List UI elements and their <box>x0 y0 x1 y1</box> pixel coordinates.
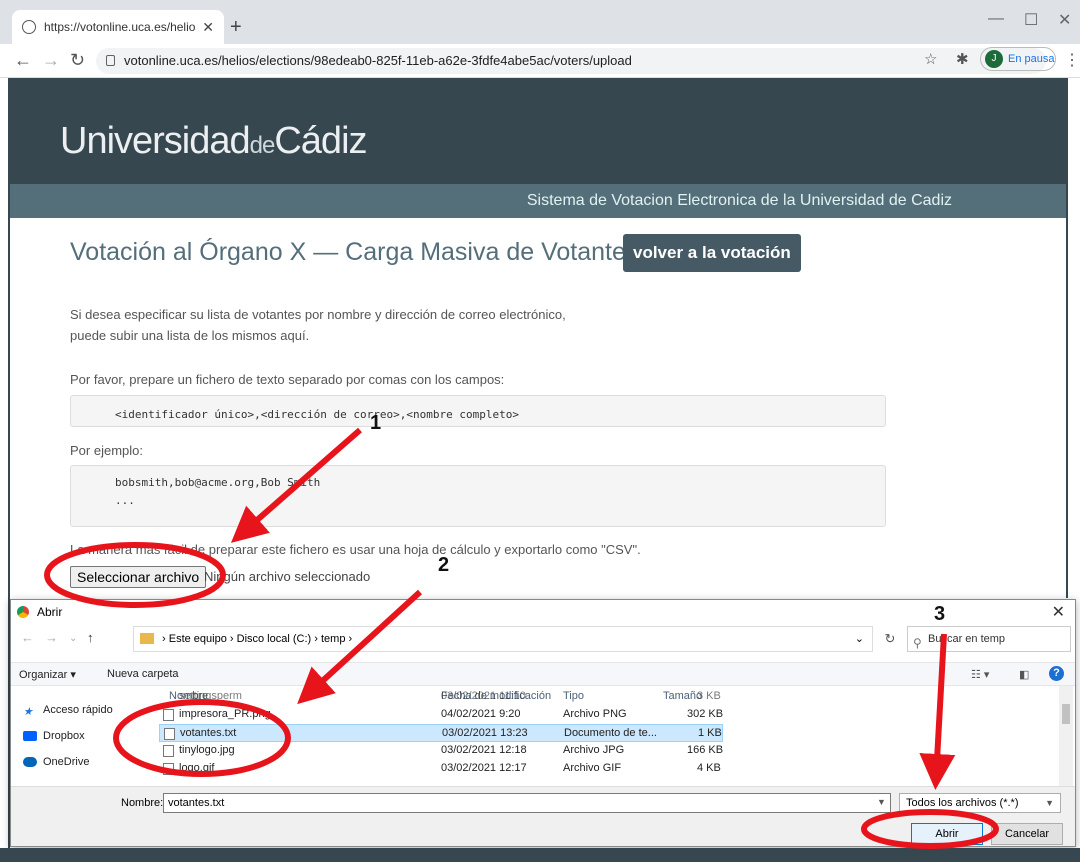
url-text: votonline.uca.es/helios/elections/98edea… <box>124 53 632 68</box>
file-type-filter[interactable]: Todos los archivos (*.*) ▼ <box>899 793 1061 813</box>
nav-item-onedrive[interactable]: OneDrive <box>23 756 89 768</box>
path-dropdown-icon[interactable]: ⌄ <box>855 627 864 651</box>
chevron-down-icon: ▼ <box>1045 798 1054 808</box>
maximize-icon[interactable]: ☐ <box>1024 10 1038 30</box>
preview-pane-icon[interactable]: ◧ <box>1019 668 1029 681</box>
browser-toolbar: ← → ↻ votonline.uca.es/helios/elections/… <box>0 44 1080 78</box>
file-name-input[interactable]: votantes.txt <box>163 793 891 813</box>
tab-title: https://votonline.uca.es/helios/el <box>44 20 196 34</box>
path-segment[interactable]: temp <box>321 633 345 645</box>
step-number: 2 <box>438 554 450 576</box>
new-tab-button[interactable]: + <box>230 16 242 39</box>
scrollbar-thumb[interactable] <box>1062 704 1070 724</box>
dialog-path-bar[interactable]: › Este equipo › Disco local (C:) › temp … <box>133 626 873 652</box>
open-file-dialog: Abrir ✕ ← → ⌄ ↑ › Este equipo › Disco lo… <box>10 599 1076 847</box>
file-status: Ningún archivo seleccionado <box>204 569 371 584</box>
file-name-label: Nombre: <box>121 797 164 809</box>
browser-tab[interactable]: https://votonline.uca.es/helios/el ✕ <box>12 10 224 44</box>
page-bottom-bar <box>0 848 1080 862</box>
nav-item-quick-access[interactable]: ★ Acceso rápido <box>23 704 113 718</box>
avatar: J <box>985 50 1003 68</box>
file-row[interactable]: logo.gif 03/02/2021 12:17 Archivo GIF 4 KB <box>159 760 723 778</box>
menu-kebab-icon[interactable]: ⋮ <box>1064 50 1080 70</box>
dialog-close-icon[interactable]: ✕ <box>1052 602 1065 622</box>
intro-text: puede subir una lista de los mismos aquí… <box>70 328 310 343</box>
page-border <box>1066 78 1068 598</box>
step-number: 3 <box>934 603 946 625</box>
back-to-election-button[interactable]: volver a la votación <box>623 234 801 272</box>
dialog-footer: Nombre: votantes.txt ▼ Todos los archivo… <box>11 786 1075 846</box>
example-label: Por ejemplo: <box>70 443 143 458</box>
file-row[interactable]: impresora_PR.png 04/02/2021 9:20 Archivo P… <box>159 706 723 724</box>
open-button[interactable]: Abrir <box>911 823 983 845</box>
refresh-icon[interactable]: ↻ <box>879 626 901 652</box>
forward-arrow-icon[interactable]: → <box>42 50 60 71</box>
cancel-button[interactable]: Cancelar <box>991 823 1063 845</box>
file-list-scrollbar[interactable] <box>1059 686 1073 786</box>
close-tab-icon[interactable]: ✕ <box>202 19 214 36</box>
search-icon: ⚲ <box>913 636 922 650</box>
dialog-nav-pane: ★ Acceso rápido Dropbox OneDrive <box>11 686 137 786</box>
dialog-command-bar: Organizar ▾ Nueva carpeta ☷ ▾ ◧ ? <box>11 662 1075 686</box>
university-logo[interactable]: UniversidaddeCádiz <box>60 120 368 163</box>
easiest-text: La manera más fácil de preparar este fic… <box>70 542 641 557</box>
nav-scrollbar[interactable] <box>131 686 141 786</box>
chrome-icon <box>17 606 29 618</box>
reload-icon[interactable]: ↻ <box>70 50 85 71</box>
back-arrow-icon[interactable]: ← <box>14 50 32 71</box>
text-file-icon <box>164 728 175 740</box>
file-row[interactable]: settingsperm 03/02/2021 11:10 3 KB <box>159 688 723 706</box>
example-code: bobsmith,bob@acme.org,Bob Smith ... <box>70 465 886 527</box>
file-list: Nombre Fecha de modificación Tipo Tamaño… <box>159 686 1065 786</box>
site-subtitle: Sistema de Votacion Electronica de la Un… <box>526 192 952 209</box>
site-subtitle-bar: Sistema de Votacion Electronica de la Un… <box>10 184 1066 218</box>
dialog-forward-icon[interactable]: → <box>45 630 58 645</box>
dialog-recent-icon[interactable]: ⌄ <box>69 633 77 644</box>
view-options-icon[interactable]: ☷ ▾ <box>971 668 989 681</box>
folder-icon <box>140 633 154 644</box>
path-segment[interactable]: Disco local (C:) <box>237 633 312 645</box>
minimize-icon[interactable]: — <box>988 10 1004 28</box>
bookmark-star-icon[interactable]: ☆ <box>924 50 937 68</box>
image-file-icon <box>163 709 174 721</box>
image-file-icon <box>163 763 174 775</box>
star-icon: ★ <box>23 706 33 718</box>
dropbox-icon <box>23 731 37 741</box>
page-title: Votación al Órgano X — Carga Masiva de V… <box>70 238 639 266</box>
fields-code: <identificador único>,<dirección de corr… <box>70 395 886 427</box>
window-close-icon[interactable]: ✕ <box>1058 10 1071 30</box>
help-icon[interactable]: ? <box>1049 666 1064 681</box>
organize-button[interactable]: Organizar ▾ <box>19 668 76 681</box>
dialog-title: Abrir <box>37 605 63 619</box>
new-folder-button[interactable]: Nueva carpeta <box>107 668 179 680</box>
file-row[interactable]: tinylogo.jpg 03/02/2021 12:18 Archivo JPG 1… <box>159 742 723 760</box>
globe-icon <box>22 20 36 34</box>
browser-tab-strip: https://votonline.uca.es/helios/el ✕ + —… <box>0 0 1080 44</box>
profile-button[interactable]: J En pausa <box>980 47 1056 71</box>
file-row-selected[interactable]: votantes.txt 03/02/2021 13:23 Documento de… <box>159 724 723 742</box>
step-number: 1 <box>370 412 382 434</box>
intro-text: Si desea especificar su lista de votante… <box>70 307 566 322</box>
address-bar[interactable]: votonline.uca.es/helios/elections/98edea… <box>96 48 1046 74</box>
prepare-text: Por favor, prepare un fichero de texto s… <box>70 372 505 387</box>
dialog-back-icon[interactable]: ← <box>21 630 34 645</box>
select-file-button[interactable]: Seleccionar archivo <box>70 566 207 588</box>
nav-item-dropbox[interactable]: Dropbox <box>23 730 85 742</box>
dialog-up-icon[interactable]: ↑ <box>87 630 94 645</box>
dialog-search-input[interactable]: ⚲ Buscar en temp <box>907 626 1071 652</box>
site-header: UniversidaddeCádiz <box>10 78 1066 184</box>
onedrive-icon <box>23 757 37 767</box>
profile-status: En pausa <box>1008 53 1055 65</box>
lock-icon <box>106 55 115 66</box>
path-segment[interactable]: Este equipo <box>169 633 227 645</box>
image-file-icon <box>163 745 174 757</box>
extensions-icon[interactable]: ✱ <box>956 50 969 68</box>
file-name-dropdown-icon[interactable]: ▼ <box>877 797 886 807</box>
